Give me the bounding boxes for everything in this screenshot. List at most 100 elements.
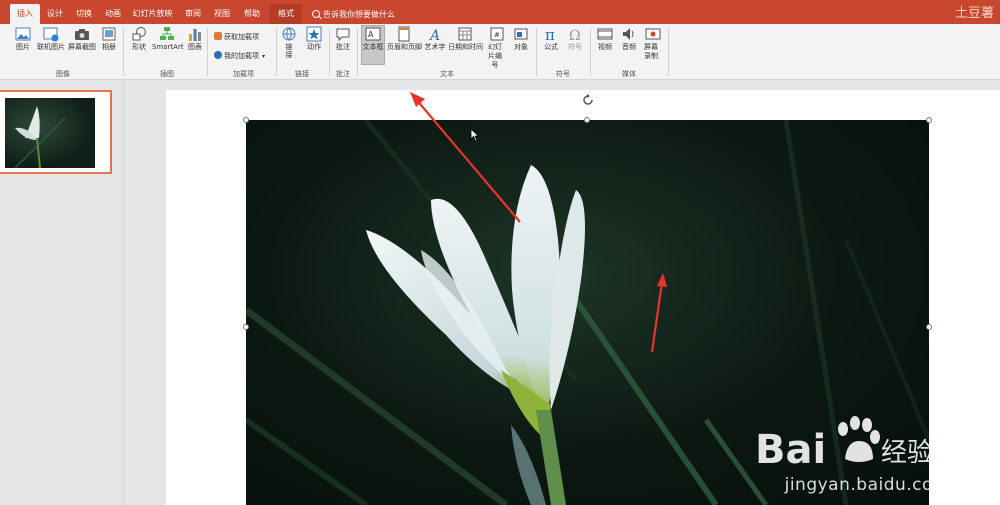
equation-button[interactable]: π 公式	[542, 26, 560, 52]
action-label: 动作	[307, 43, 321, 51]
group-label-links: 链接	[295, 70, 309, 78]
link-button[interactable]: 链接	[281, 26, 297, 59]
tab-transitions[interactable]: 切换	[73, 4, 95, 24]
calendar-icon	[458, 27, 472, 41]
symbol-button[interactable]: Ω 符号	[566, 26, 584, 52]
group-separator	[123, 28, 124, 76]
photo-album-button[interactable]: 相册	[100, 26, 118, 52]
store-icon	[214, 32, 222, 40]
chart-button[interactable]: 图表	[186, 26, 204, 52]
equation-label: 公式	[544, 43, 558, 51]
smartart-icon	[160, 27, 174, 40]
video-button[interactable]: 视频	[596, 26, 614, 52]
comment-button[interactable]: 批注	[334, 26, 352, 52]
group-separator	[276, 28, 277, 76]
tab-design[interactable]: 设计	[44, 4, 66, 24]
search-icon	[312, 10, 320, 18]
shapes-label: 形状	[132, 43, 146, 51]
resize-handle-left[interactable]	[243, 324, 249, 330]
object-icon	[514, 28, 528, 40]
video-icon	[597, 28, 613, 40]
resize-handle-right[interactable]	[926, 324, 932, 330]
tab-insert[interactable]: 插入	[10, 4, 40, 24]
svg-text:A: A	[368, 30, 374, 39]
svg-text:#: #	[494, 31, 500, 39]
tell-me-search[interactable]: 告诉我你想要做什么	[312, 9, 395, 20]
tab-format[interactable]: 格式	[270, 4, 302, 24]
slide-number-button[interactable]: # 幻灯片编号	[485, 26, 509, 70]
online-picture-icon	[43, 27, 59, 42]
shapes-icon	[132, 27, 146, 41]
get-addins-label: 获取加载项	[224, 33, 259, 41]
date-time-button[interactable]: 日期和时间	[448, 26, 483, 52]
shapes-button[interactable]: 形状	[130, 26, 148, 52]
camera-icon	[75, 29, 89, 40]
watermark-brand: Bai	[755, 427, 826, 473]
wordart-button[interactable]: A 艺术字	[424, 26, 446, 52]
audio-label: 音频	[622, 43, 636, 51]
get-addins-button[interactable]: 获取加载项	[214, 32, 259, 42]
object-button[interactable]: 对象	[512, 26, 530, 52]
group-label-media: 媒体	[622, 70, 636, 78]
powerpoint-window: 插入 设计 切换 动画 幻灯片放映 审阅 视图 帮助 格式 告诉我你想要做什么 …	[0, 0, 1000, 505]
resize-handle-top-left[interactable]	[243, 117, 249, 123]
group-separator	[207, 28, 208, 76]
comment-label: 批注	[336, 43, 350, 51]
tell-me-text: 告诉我你想要做什么	[323, 10, 395, 19]
thumbnail-photo	[5, 98, 95, 168]
chevron-down-icon[interactable]: ▾	[262, 53, 265, 60]
comment-icon	[336, 28, 350, 42]
tab-view[interactable]: 视图	[211, 4, 233, 24]
screen-record-icon	[645, 28, 661, 40]
rotate-handle-icon[interactable]	[581, 93, 595, 107]
audio-button[interactable]: 音频	[620, 26, 638, 52]
online-pictures-button[interactable]: 联机图片	[36, 26, 66, 52]
picture-icon	[15, 27, 31, 41]
action-button[interactable]: 动作	[305, 26, 323, 52]
slide-number-icon: #	[490, 27, 504, 41]
resize-handle-top[interactable]	[584, 117, 590, 123]
svg-text:Ω: Ω	[569, 28, 581, 42]
group-label-comments: 批注	[336, 70, 350, 78]
symbol-label: 符号	[568, 43, 582, 51]
ribbon-insert-panel: 图片 联机图片 屏幕截图 相册 图像 形状 SmartArt 图表 插图 获取加…	[0, 24, 1000, 80]
header-footer-button[interactable]: 页眉和页脚	[387, 26, 422, 52]
smartart-button[interactable]: SmartArt	[152, 26, 184, 52]
screen-recording-button[interactable]: 屏幕录制	[644, 26, 662, 61]
online-pictures-label: 联机图片	[37, 43, 65, 51]
globe-link-icon	[282, 27, 296, 41]
group-separator	[357, 28, 358, 76]
slide-number-label: 幻灯片编号	[488, 43, 502, 69]
addins-icon	[214, 51, 222, 59]
wordart-icon: A	[428, 28, 440, 42]
omega-icon: Ω	[569, 28, 581, 42]
user-name[interactable]: 土豆薯	[955, 2, 994, 21]
smartart-label: SmartArt	[152, 43, 184, 51]
link-label: 链接	[285, 43, 293, 59]
tab-animations[interactable]: 动画	[102, 4, 124, 24]
pi-icon: π	[545, 26, 555, 42]
group-label-images: 图像	[56, 70, 70, 78]
slide-thumbnail[interactable]	[0, 90, 112, 174]
thumbnail-flower	[14, 106, 66, 168]
tab-review[interactable]: 审阅	[182, 4, 204, 24]
group-separator	[590, 28, 591, 76]
ribbon-tab-bar: 插入 设计 切换 动画 幻灯片放映 审阅 视图 帮助 格式 告诉我你想要做什么 …	[0, 0, 1000, 24]
tab-slideshow[interactable]: 幻灯片放映	[130, 4, 175, 24]
slide-thumbnail-pane	[0, 80, 124, 505]
my-addins-button[interactable]: 我的加载项 ▾	[214, 51, 265, 62]
star-action-icon	[306, 26, 322, 42]
picture-button[interactable]: 图片	[14, 26, 32, 52]
textbox-button[interactable]: A 文本框	[361, 25, 385, 65]
screenshot-button[interactable]: 屏幕截图	[67, 26, 97, 52]
date-time-label: 日期和时间	[448, 43, 483, 51]
group-separator	[536, 28, 537, 76]
svg-text:A: A	[428, 28, 440, 42]
wordart-label: 艺术字	[424, 43, 446, 51]
tab-help[interactable]: 帮助	[241, 4, 263, 24]
group-separator	[329, 28, 330, 76]
resize-handle-top-right[interactable]	[926, 117, 932, 123]
group-label-illustrations: 插图	[160, 70, 174, 78]
photo-album-label: 相册	[102, 43, 116, 51]
mouse-cursor-icon	[470, 128, 480, 142]
